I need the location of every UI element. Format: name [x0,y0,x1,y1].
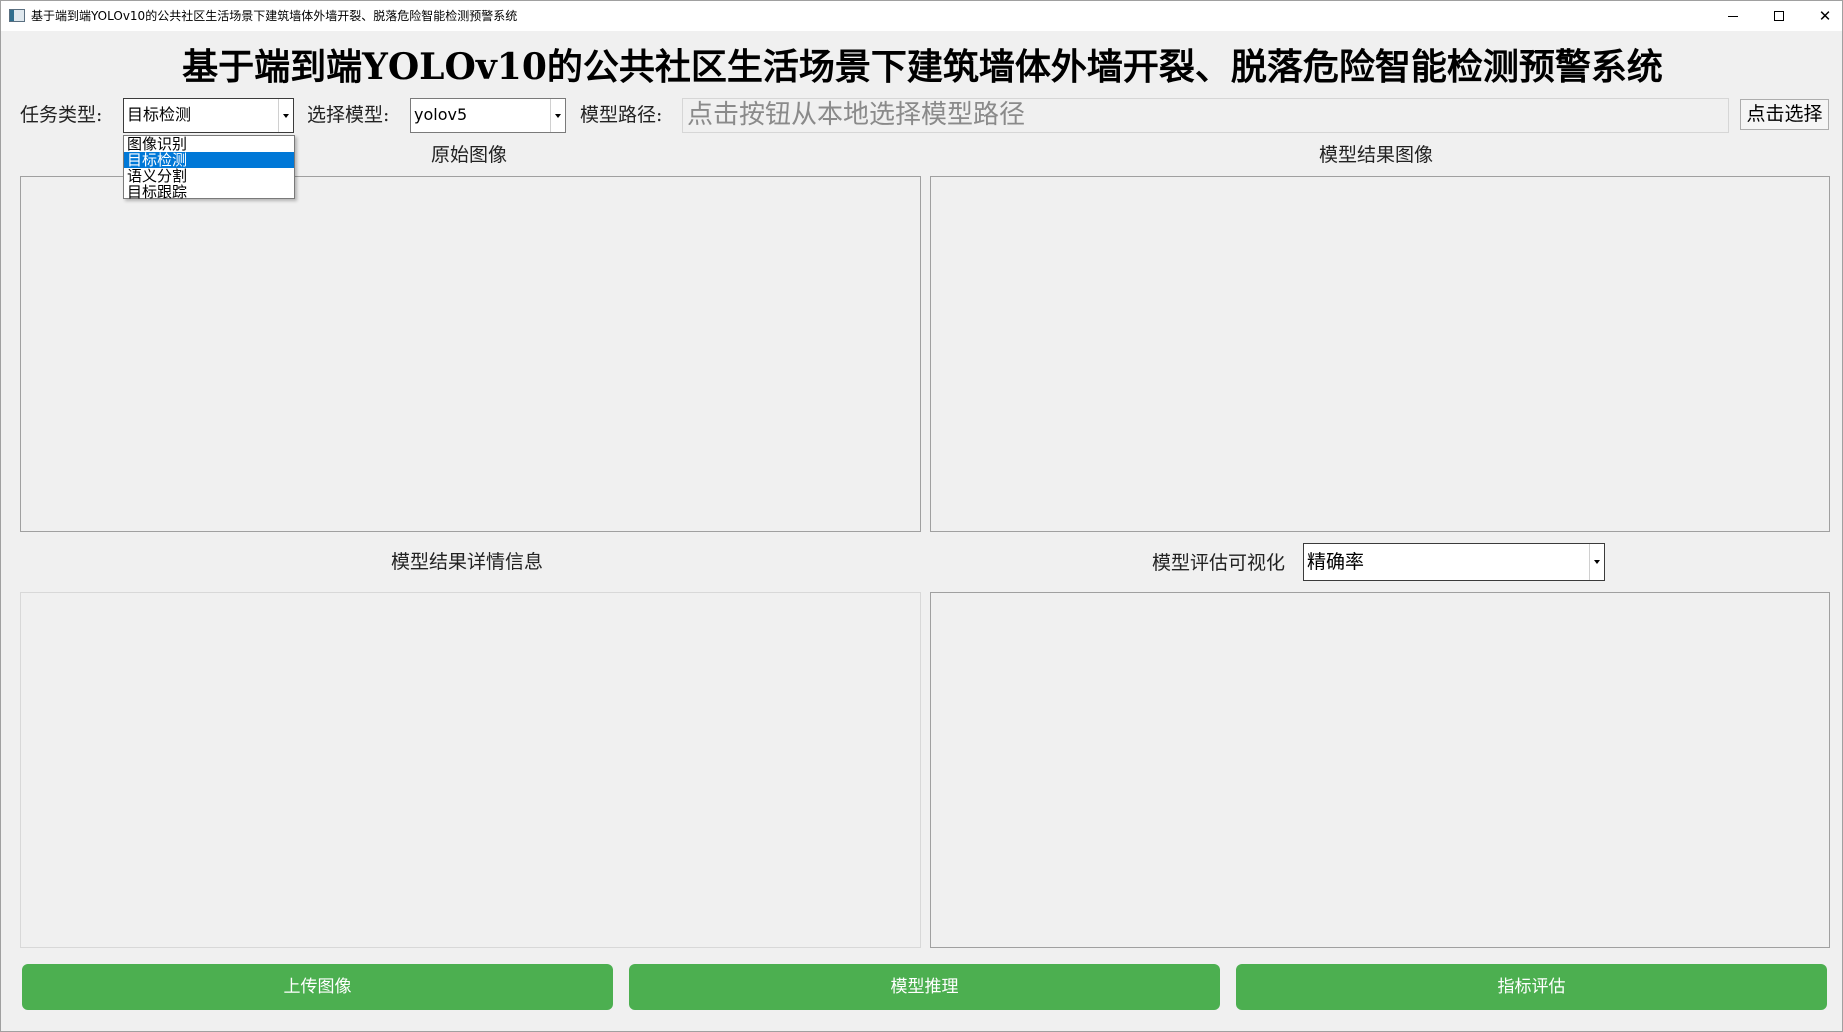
evaluate-metrics-button[interactable]: 指标评估 [1236,964,1827,1010]
task-type-dropdown: 图像识别 目标检测 语义分割 目标跟踪 [123,135,295,200]
maximize-icon [1774,11,1784,21]
task-option-semantic-segmentation[interactable]: 语义分割 [124,168,294,184]
page-title: 基于端到端YOLOv10的公共社区生活场景下建筑墙体外墙开裂、脱落危险智能检测预… [182,46,1663,88]
title-bar: 基于端到端YOLOv10的公共社区生活场景下建筑墙体外墙开裂、脱落危险智能检测预… [1,1,1842,31]
model-label: 选择模型: [307,104,390,126]
result-image-label: 模型结果图像 [1319,144,1434,166]
original-image-panel [20,176,921,532]
chevron-down-icon[interactable] [1589,544,1604,580]
model-path-input[interactable]: 点击按钮从本地选择模型路径 [682,98,1729,133]
result-detail-label: 模型结果详情信息 [391,551,544,573]
window-title: 基于端到端YOLOv10的公共社区生活场景下建筑墙体外墙开裂、脱落危险智能检测预… [31,9,518,23]
task-option-object-detection[interactable]: 目标检测 [124,152,294,168]
task-type-value: 目标检测 [127,105,192,124]
app-window: 基于端到端YOLOv10的公共社区生活场景下建筑墙体外墙开裂、脱落危险智能检测预… [0,0,1843,1032]
eval-metric-value: 精确率 [1307,551,1365,573]
original-image-label: 原始图像 [431,144,508,166]
model-path-label: 模型路径: [580,104,663,126]
task-type-select[interactable]: 目标检测 [123,98,294,133]
minimize-icon [1728,15,1738,17]
model-infer-button[interactable]: 模型推理 [629,964,1220,1010]
result-detail-panel [20,592,921,948]
task-type-label: 任务类型: [20,104,103,126]
model-value: yolov5 [414,105,468,124]
result-image-panel [930,176,1830,532]
eval-visual-panel [930,592,1830,948]
close-icon: ✕ [1818,7,1832,25]
browse-model-button[interactable]: 点击选择 [1740,99,1829,130]
upload-image-button[interactable]: 上传图像 [22,964,613,1010]
eval-metric-select[interactable]: 精确率 [1303,543,1605,581]
chevron-down-icon[interactable] [278,99,293,132]
minimize-button[interactable] [1710,1,1756,31]
chevron-down-icon[interactable] [550,99,565,132]
eval-visual-label: 模型评估可视化 [1152,552,1286,574]
task-option-object-tracking[interactable]: 目标跟踪 [124,184,294,200]
task-option-image-recognition[interactable]: 图像识别 [124,136,294,152]
close-button[interactable]: ✕ [1802,1,1843,31]
model-select[interactable]: yolov5 [410,98,566,133]
app-icon [9,9,25,22]
maximize-button[interactable] [1756,1,1802,31]
